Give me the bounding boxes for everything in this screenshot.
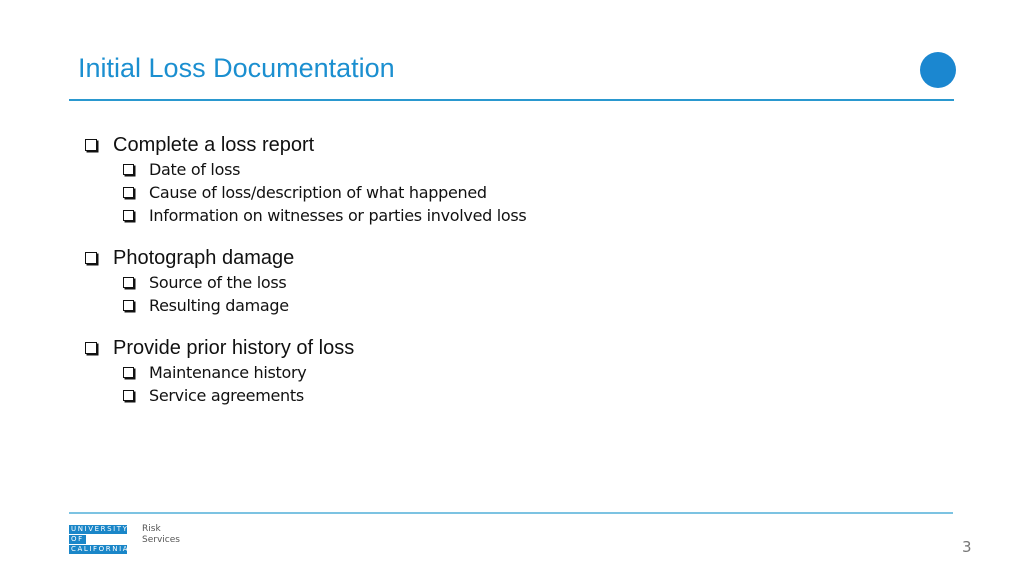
checkbox-icon <box>123 390 134 401</box>
sub-bullet-label: Cause of loss/description of what happen… <box>149 183 487 202</box>
department-line: Services <box>142 535 180 545</box>
sub-bullet-label: Maintenance history <box>149 363 307 382</box>
slide-title: Initial Loss Documentation <box>78 53 395 83</box>
logo-line: UNIVERSITY <box>69 525 129 534</box>
sub-bullet-label: Date of loss <box>149 160 241 179</box>
checkbox-icon <box>123 367 134 378</box>
checkbox-icon <box>123 210 134 221</box>
sub-bullet-item: Source of the loss <box>123 271 526 294</box>
department-name: Risk Services <box>142 524 180 546</box>
logo-line: OF <box>69 535 86 544</box>
bullet-group: Complete a loss report Date of loss Caus… <box>85 132 527 227</box>
page-number: 3 <box>962 538 972 556</box>
sub-bullet-item: Resulting damage <box>123 294 526 317</box>
sub-bullet-label: Information on witnesses or parties invo… <box>149 206 527 225</box>
bullet-label: Complete a loss report <box>113 133 315 156</box>
checkbox-icon <box>123 164 134 175</box>
checkbox-icon <box>85 139 97 151</box>
checkbox-icon <box>85 342 97 354</box>
bullet-label: Provide prior history of loss <box>113 336 355 359</box>
sub-bullet-label: Service agreements <box>149 386 304 405</box>
checkbox-icon <box>85 252 97 264</box>
department-line: Risk <box>142 524 161 534</box>
bullet-group: Provide prior history of loss Maintenanc… <box>85 335 526 407</box>
accent-dot-icon <box>920 52 956 88</box>
bullet-group: Photograph damage Source of the loss Res… <box>85 245 526 317</box>
sub-bullet-label: Source of the loss <box>149 273 287 292</box>
sub-bullet-item: Service agreements <box>123 384 526 407</box>
bullet-item: Complete a loss report <box>85 132 526 158</box>
bullet-item: Provide prior history of loss <box>85 335 526 361</box>
bullet-label: Photograph damage <box>113 246 295 269</box>
university-of-california-logo: UNIVERSITY OF CALIFORNIA <box>69 525 130 555</box>
title-divider <box>69 99 954 101</box>
sub-bullet-item: Cause of loss/description of what happen… <box>123 181 526 204</box>
checkbox-icon <box>123 187 134 198</box>
sub-bullet-label: Resulting damage <box>149 296 289 315</box>
sub-bullet-item: Date of loss <box>123 158 526 181</box>
sub-bullet-item: Maintenance history <box>123 361 526 384</box>
checkbox-icon <box>123 300 134 311</box>
footer-divider <box>69 512 953 514</box>
logo-line: CALIFORNIA <box>69 545 130 554</box>
bullet-item: Photograph damage <box>85 245 526 271</box>
sub-bullet-item: Information on witnesses or parties invo… <box>123 204 527 227</box>
checkbox-icon <box>123 277 134 288</box>
bullet-list: Complete a loss report Date of loss Caus… <box>85 132 527 425</box>
